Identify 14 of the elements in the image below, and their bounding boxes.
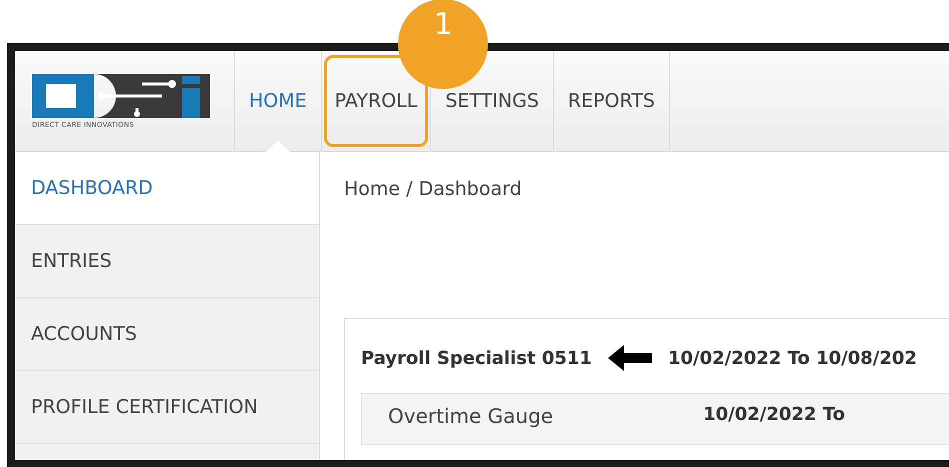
- sidebar-item[interactable]: PROFILE CERTIFICATION: [15, 371, 319, 444]
- panel-title: Overtime Gauge: [388, 404, 554, 430]
- panel-period: 10/02/2022 To: [703, 404, 845, 427]
- breadcrumb: Home / Dashboard: [344, 178, 523, 200]
- sidebar-item[interactable]: ACCOUNTS: [15, 298, 319, 371]
- sidebar-item[interactable]: ENTRIES: [15, 225, 319, 298]
- sidebar-item[interactable]: DASHBOARD: [15, 152, 319, 225]
- nav-tab[interactable]: REPORTS: [556, 55, 667, 147]
- step-number-badge: 1: [398, 0, 488, 89]
- card-title: Payroll Specialist 0511: [361, 348, 592, 368]
- left-arrow-icon: [608, 345, 652, 371]
- pay-period: 10/02/2022 To 10/08/202: [668, 348, 917, 368]
- logo-icon: [32, 74, 210, 118]
- nav-tab[interactable]: HOME: [237, 55, 319, 147]
